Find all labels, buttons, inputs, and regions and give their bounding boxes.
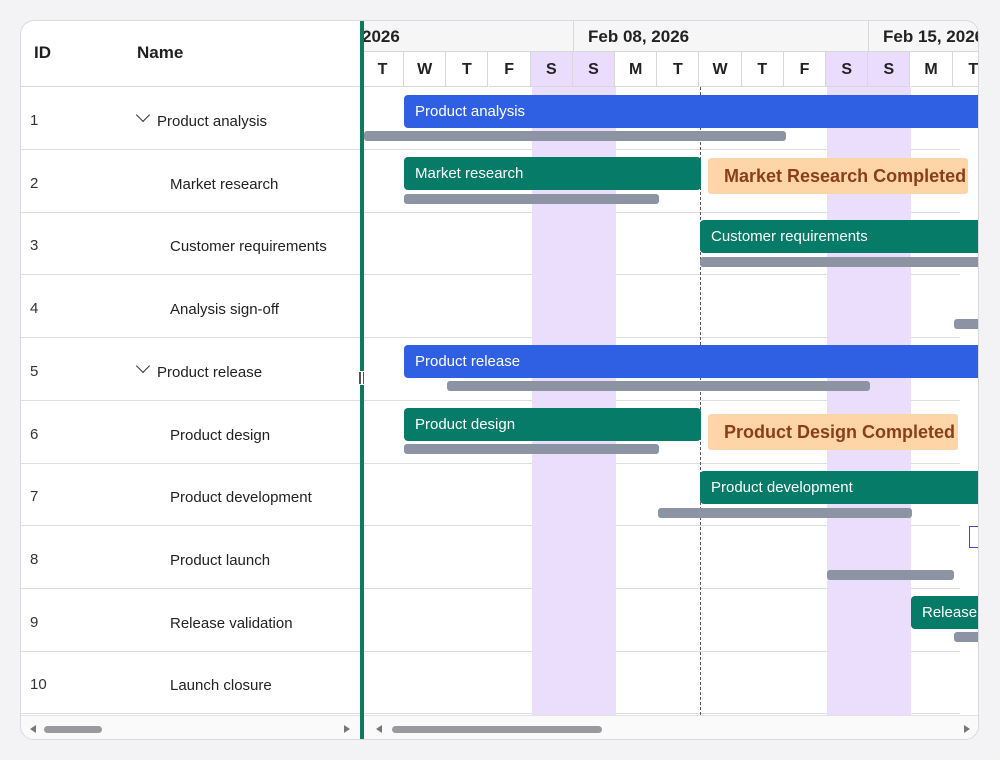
scrollbar-thumb[interactable] bbox=[392, 726, 602, 733]
column-header-name[interactable]: Name bbox=[137, 43, 183, 63]
task-bar-product-release[interactable]: Product release bbox=[404, 345, 978, 378]
cell-id: 4 bbox=[30, 300, 39, 318]
cell-name: Customer requirements bbox=[170, 238, 327, 256]
cell-name: Product launch bbox=[170, 551, 271, 569]
scroll-right-arrow-icon[interactable] bbox=[964, 725, 970, 733]
task-bar-product-development[interactable]: Product development bbox=[700, 471, 978, 504]
timeline-day: S bbox=[530, 52, 573, 87]
cell-name: Product release bbox=[157, 363, 263, 381]
timeline-day: S bbox=[826, 52, 869, 87]
cell-id: 6 bbox=[30, 425, 39, 443]
chevron-down-icon[interactable] bbox=[135, 358, 151, 373]
scrollbar-thumb[interactable] bbox=[44, 726, 102, 733]
baseline-bar bbox=[447, 381, 870, 391]
grid-header: ID Name bbox=[21, 21, 360, 87]
timeline-day: S bbox=[868, 52, 911, 87]
baseline-bar bbox=[364, 131, 786, 141]
timeline-week: Feb 08, 2026 bbox=[574, 21, 869, 52]
grid-horizontal-scrollbar[interactable] bbox=[21, 715, 360, 739]
cell-id: 1 bbox=[30, 112, 39, 129]
timeline-day: M bbox=[615, 52, 658, 87]
task-bar-product-analysis[interactable]: Product analysis bbox=[404, 95, 978, 128]
timeline-day: T bbox=[364, 52, 404, 87]
timeline-day: W bbox=[404, 52, 447, 87]
timeline-day: F bbox=[488, 52, 531, 87]
timeline-week: Feb 15, 2026 bbox=[869, 21, 978, 52]
cell-name: Product analysis bbox=[157, 113, 268, 130]
right-label-product-design: Product Design Completed bbox=[708, 414, 958, 450]
gantt-chart: ID Name 1 Product analysis 2 Market researc… bbox=[20, 20, 979, 740]
milestone-product-launch[interactable] bbox=[969, 526, 978, 548]
timeline-day: T bbox=[446, 52, 489, 87]
cell-name: Product development bbox=[170, 489, 312, 507]
cell-id: 5 bbox=[30, 362, 39, 380]
cell-name: Market research bbox=[170, 175, 279, 193]
chart-horizontal-scrollbar[interactable] bbox=[364, 715, 978, 739]
cell-name: Product design bbox=[170, 426, 271, 444]
task-bar-market-research[interactable]: Market research bbox=[404, 157, 701, 190]
scroll-left-arrow-icon[interactable] bbox=[30, 725, 36, 733]
baseline-bar bbox=[404, 444, 659, 454]
cell-id: 7 bbox=[30, 488, 39, 506]
scroll-right-arrow-icon[interactable] bbox=[344, 725, 350, 733]
timeline-day: T bbox=[952, 52, 978, 87]
cell-id: 2 bbox=[30, 174, 39, 192]
chart-pane: 2026 Feb 08, 2026 Feb 15, 2026 TWTFSSMTW… bbox=[364, 21, 978, 739]
task-bar-product-design[interactable]: Product design bbox=[404, 408, 701, 441]
cell-name: Analysis sign-off bbox=[170, 301, 279, 319]
baseline-bar bbox=[700, 257, 978, 267]
cell-id: 10 bbox=[30, 676, 47, 694]
baseline-bar bbox=[954, 319, 978, 329]
timeline-week: 2026 bbox=[364, 21, 574, 52]
timeline-day: W bbox=[699, 52, 742, 87]
scroll-left-arrow-icon[interactable] bbox=[376, 725, 382, 733]
cell-name: Release validation bbox=[170, 614, 293, 632]
right-label-market-research: Market Research Completed bbox=[708, 158, 968, 194]
baseline-bar bbox=[827, 570, 954, 580]
baseline-bar bbox=[404, 194, 659, 204]
timeline-day: F bbox=[784, 52, 826, 87]
chevron-down-icon[interactable] bbox=[135, 107, 151, 123]
cell-id: 3 bbox=[30, 237, 39, 255]
timeline-day: S bbox=[573, 52, 615, 87]
cell-name: Launch closure bbox=[170, 677, 272, 695]
timeline-day: T bbox=[741, 52, 784, 87]
timeline-day: T bbox=[657, 52, 700, 87]
task-bar-release-validation[interactable]: Release validation bbox=[911, 596, 978, 629]
timeline-day: M bbox=[910, 52, 953, 87]
baseline-bar bbox=[658, 508, 912, 518]
task-bar-customer-requirements[interactable]: Customer requirements bbox=[700, 220, 978, 253]
cell-id: 9 bbox=[30, 613, 39, 631]
baseline-bar bbox=[954, 632, 978, 642]
cell-id: 8 bbox=[30, 550, 39, 568]
column-header-id[interactable]: ID bbox=[34, 43, 51, 63]
splitter-grip-icon[interactable] bbox=[357, 371, 366, 385]
